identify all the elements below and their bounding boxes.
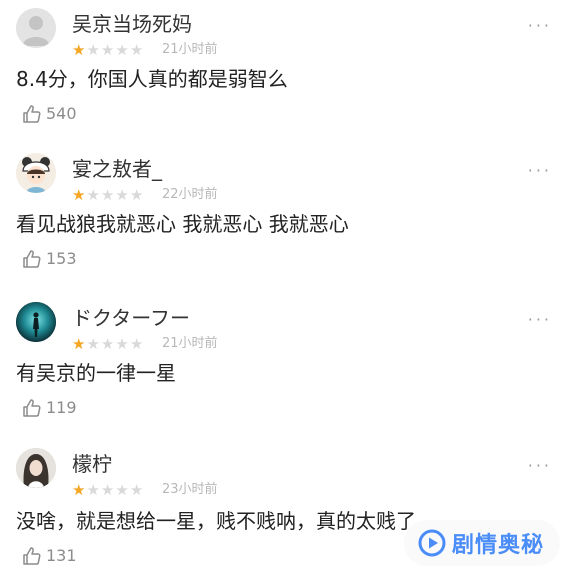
like-count: 131 bbox=[46, 546, 77, 565]
star-icon: ★ bbox=[129, 335, 144, 353]
like-count: 540 bbox=[46, 104, 77, 123]
username[interactable]: ドクターフー bbox=[72, 306, 190, 330]
star-icon: ★ bbox=[86, 41, 100, 59]
star-icon: ★ bbox=[115, 335, 129, 353]
default-avatar-icon bbox=[16, 8, 56, 48]
star-icon: ★ bbox=[86, 186, 100, 204]
more-options-icon[interactable]: ··· bbox=[528, 18, 552, 34]
like-count: 119 bbox=[46, 398, 77, 417]
username[interactable]: 宴之敖者_ bbox=[72, 157, 162, 181]
thumbs-up-icon bbox=[23, 250, 41, 268]
watermark-logo: 剧情奥秘 bbox=[404, 520, 560, 566]
star-icon: ★ bbox=[129, 41, 144, 59]
play-logo-icon bbox=[418, 529, 446, 557]
username[interactable]: 吴京当场死妈 bbox=[72, 12, 192, 36]
comment-text: 有吴京的一律一星 bbox=[16, 361, 176, 385]
avatar[interactable] bbox=[16, 302, 56, 342]
star-icon: ★ bbox=[100, 335, 115, 353]
star-icon: ★ bbox=[115, 481, 129, 499]
rating-stars: ★ ★ ★ ★ ★ bbox=[72, 42, 143, 58]
star-icon: ★ bbox=[100, 41, 115, 59]
thumbs-up-icon bbox=[23, 399, 41, 417]
timestamp: 21小时前 bbox=[162, 336, 218, 351]
more-options-icon[interactable]: ··· bbox=[528, 163, 552, 179]
like-button[interactable]: 153 bbox=[22, 249, 77, 269]
comment-text: 没啥，就是想给一星，贱不贱呐，真的太贱了 bbox=[16, 509, 416, 533]
like-count: 153 bbox=[46, 249, 77, 268]
timestamp: 22小时前 bbox=[162, 187, 218, 202]
comment-text: 8.4分，你国人真的都是弱智么 bbox=[16, 67, 288, 91]
star-icon: ★ bbox=[72, 41, 86, 59]
star-icon: ★ bbox=[72, 481, 86, 499]
timestamp: 23小时前 bbox=[162, 482, 218, 497]
star-icon: ★ bbox=[100, 186, 115, 204]
rating-stars: ★ ★ ★ ★ ★ bbox=[72, 336, 143, 352]
star-icon: ★ bbox=[86, 481, 100, 499]
photo-avatar-icon bbox=[16, 448, 56, 488]
thumbs-up-icon bbox=[23, 547, 41, 565]
more-options-icon[interactable]: ··· bbox=[528, 458, 552, 474]
star-icon: ★ bbox=[129, 186, 144, 204]
cartoon-avatar-icon bbox=[16, 153, 56, 193]
star-icon: ★ bbox=[86, 335, 100, 353]
watermark-text: 剧情奥秘 bbox=[452, 533, 545, 558]
star-icon: ★ bbox=[100, 481, 115, 499]
avatar[interactable] bbox=[16, 153, 56, 193]
thumbs-up-icon bbox=[23, 105, 41, 123]
avatar[interactable] bbox=[16, 448, 56, 488]
username[interactable]: 檬柠 bbox=[72, 452, 112, 476]
star-icon: ★ bbox=[129, 481, 144, 499]
like-button[interactable]: 131 bbox=[22, 546, 77, 566]
like-button[interactable]: 119 bbox=[22, 398, 77, 418]
star-icon: ★ bbox=[72, 186, 86, 204]
avatar[interactable] bbox=[16, 8, 56, 48]
rating-stars: ★ ★ ★ ★ ★ bbox=[72, 482, 143, 498]
rating-stars: ★ ★ ★ ★ ★ bbox=[72, 187, 143, 203]
like-button[interactable]: 540 bbox=[22, 104, 77, 124]
silhouette-avatar-icon bbox=[16, 302, 56, 342]
star-icon: ★ bbox=[72, 335, 86, 353]
comment-text: 看见战狼我就恶心 我就恶心 我就恶心 bbox=[16, 212, 349, 236]
timestamp: 21小时前 bbox=[162, 42, 218, 57]
more-options-icon[interactable]: ··· bbox=[528, 312, 552, 328]
star-icon: ★ bbox=[115, 186, 129, 204]
star-icon: ★ bbox=[115, 41, 129, 59]
